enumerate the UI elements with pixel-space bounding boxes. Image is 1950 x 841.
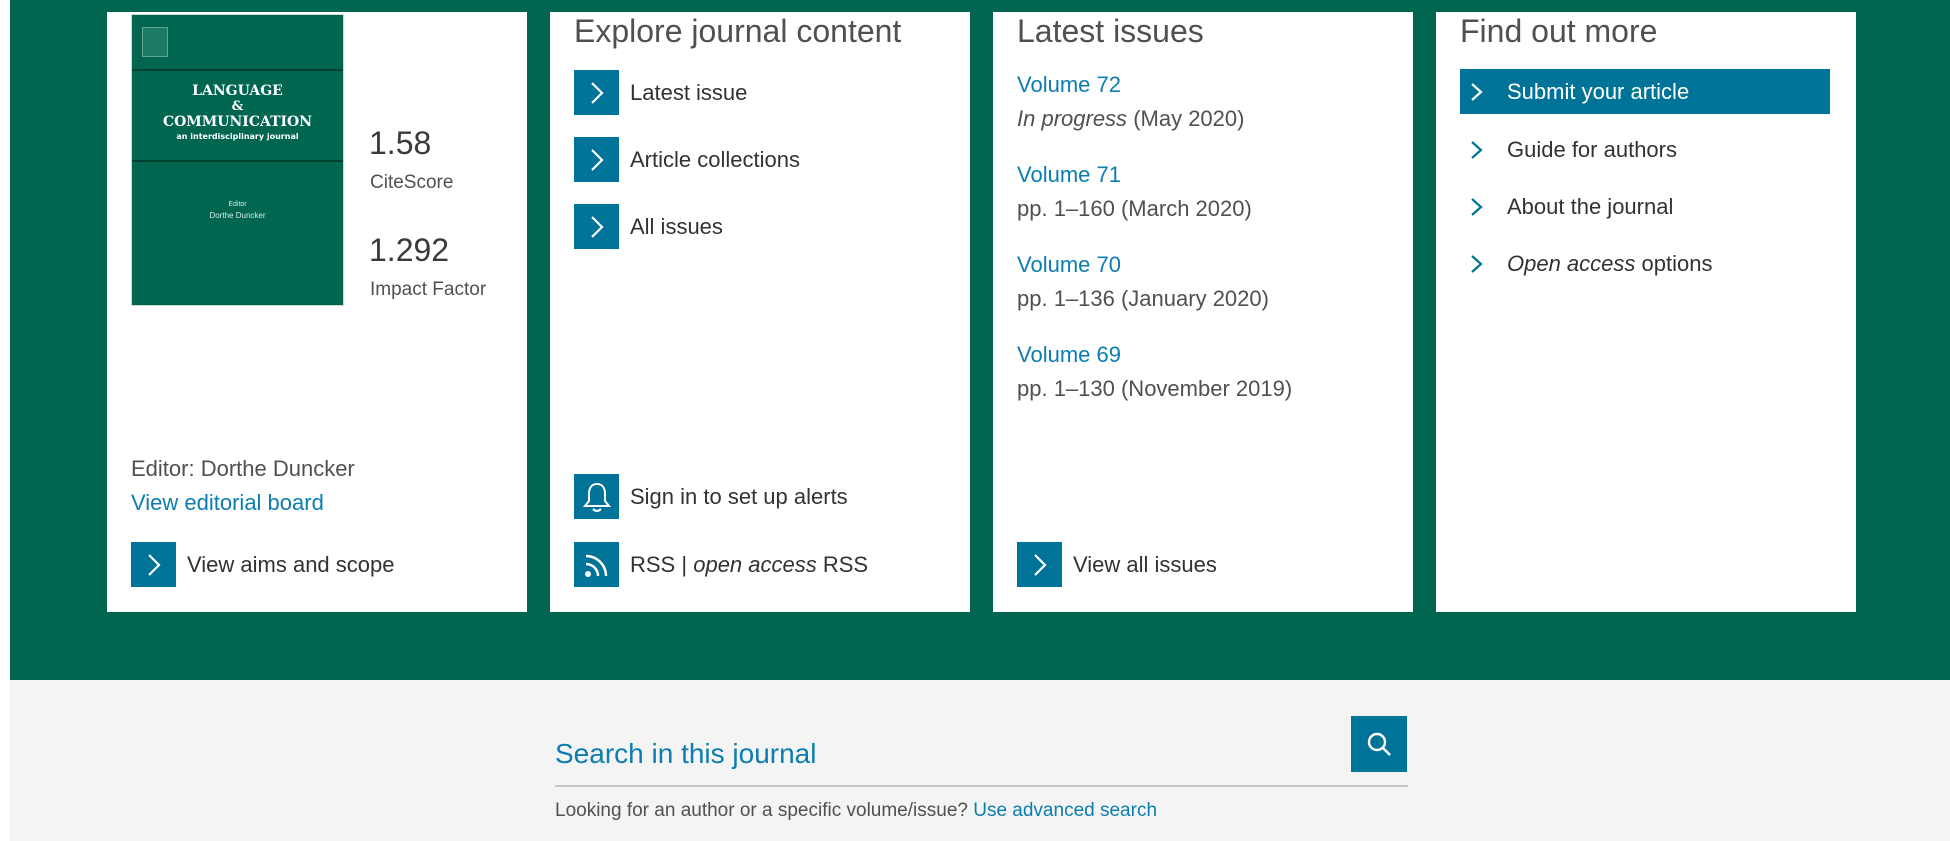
volume-69-link[interactable]: Volume 69 (1017, 342, 1121, 368)
latest-issues-card: Latest issues Volume 72 In progress (May… (993, 12, 1413, 612)
find-out-more-card: Find out more Submit your article Guide … (1436, 12, 1856, 612)
view-all-issues-button[interactable] (1017, 542, 1062, 587)
rss-separator: | (681, 552, 688, 577)
view-aims-scope-label[interactable]: View aims and scope (187, 542, 395, 587)
cover-subtitle: an interdisciplinary journal (176, 132, 299, 141)
search-button[interactable] (1351, 716, 1407, 772)
guide-for-authors-label[interactable]: Guide for authors (1507, 127, 1677, 172)
chevron-right-icon (1471, 255, 1483, 273)
open-access-options-label[interactable]: Open access options (1507, 241, 1712, 286)
all-issues-label[interactable]: All issues (630, 204, 723, 249)
open-access-rss-italic[interactable]: open access (693, 552, 817, 577)
rss-button[interactable] (574, 542, 619, 587)
chevron-right-icon (1471, 198, 1483, 216)
cover-editor-name: Dorthe Duncker (209, 211, 266, 220)
citescore-label: CiteScore (370, 172, 454, 193)
article-collections-label[interactable]: Article collections (630, 137, 800, 182)
open-access-italic[interactable]: Open access (1507, 251, 1635, 276)
latest-issues-title: Latest issues (1017, 13, 1204, 49)
chevron-right-icon (1033, 553, 1047, 576)
guide-for-authors-link[interactable]: Guide for authors (1460, 127, 1830, 172)
search-icon (1367, 732, 1391, 756)
submit-article-button[interactable]: Submit your article (1460, 69, 1830, 114)
find-out-more-title: Find out more (1460, 13, 1658, 49)
chevron-right-icon (590, 148, 604, 171)
volume-69-desc: pp. 1–130 (November 2019) (1017, 376, 1293, 401)
chevron-right-icon (590, 81, 604, 104)
journal-cover-image: LANGUAGE & COMMUNICATION an interdiscipl… (131, 14, 344, 306)
volume-72-status: In progress (1017, 106, 1128, 131)
volume-71-link[interactable]: Volume 71 (1017, 162, 1121, 188)
latest-issue-button[interactable] (574, 70, 619, 115)
advanced-search-link[interactable]: Use advanced search (973, 800, 1157, 821)
view-editorial-board-link[interactable]: View editorial board (131, 490, 324, 516)
cover-editor-caption: Editor (228, 201, 247, 208)
cover-title-line1: LANGUAGE (192, 83, 283, 99)
editor-text: Editor: Dorthe Duncker (131, 456, 355, 481)
cover-title-line2: & (231, 99, 244, 114)
all-issues-button[interactable] (574, 204, 619, 249)
bell-icon (582, 482, 611, 512)
citescore-value: 1.58 (369, 125, 432, 161)
impact-factor-label: Impact Factor (370, 279, 487, 300)
search-input-underline (555, 785, 1408, 787)
journal-info-card: LANGUAGE & COMMUNICATION an interdiscipl… (107, 12, 527, 612)
volume-70-desc: pp. 1–136 (January 2020) (1017, 286, 1269, 311)
volume-72-link[interactable]: Volume 72 (1017, 72, 1121, 98)
cover-title-line3: COMMUNICATION (162, 114, 313, 130)
impact-factor-value: 1.292 (369, 232, 450, 268)
chevron-right-icon (1471, 83, 1483, 101)
view-aims-scope-button[interactable] (131, 542, 176, 587)
search-hint: Looking for an author or a specific volu… (555, 800, 1157, 822)
rss-text[interactable]: RSS (630, 552, 675, 577)
volume-72-date: (May 2020) (1133, 106, 1245, 131)
chevron-right-icon (590, 215, 604, 238)
about-journal-label[interactable]: About the journal (1507, 184, 1673, 229)
submit-article-label[interactable]: Submit your article (1507, 69, 1689, 114)
chevron-right-icon (1471, 141, 1483, 159)
article-collections-button[interactable] (574, 137, 619, 182)
view-all-issues-label[interactable]: View all issues (1073, 542, 1217, 587)
search-input[interactable]: Search in this journal (555, 738, 816, 770)
volume-70-link[interactable]: Volume 70 (1017, 252, 1121, 278)
volume-71-desc: pp. 1–160 (March 2020) (1017, 196, 1252, 221)
rss-icon (584, 554, 607, 577)
about-journal-link[interactable]: About the journal (1460, 184, 1830, 229)
alerts-button[interactable] (574, 474, 619, 519)
open-access-rss-text[interactable]: RSS (823, 552, 868, 577)
alerts-label[interactable]: Sign in to set up alerts (630, 474, 848, 519)
volume-72-desc: In progress (May 2020) (1017, 106, 1244, 132)
options-text[interactable]: options (1642, 251, 1713, 276)
latest-issue-label[interactable]: Latest issue (630, 70, 747, 115)
open-access-options-link[interactable]: Open access options (1460, 241, 1830, 286)
explore-content-card: Explore journal content Latest issue Art… (550, 12, 970, 612)
publisher-logo-icon (142, 27, 168, 57)
explore-title: Explore journal content (574, 13, 902, 49)
search-hint-text: Looking for an author or a specific volu… (555, 800, 968, 821)
chevron-right-icon (147, 553, 161, 576)
rss-label[interactable]: RSS | open access RSS (630, 542, 868, 587)
